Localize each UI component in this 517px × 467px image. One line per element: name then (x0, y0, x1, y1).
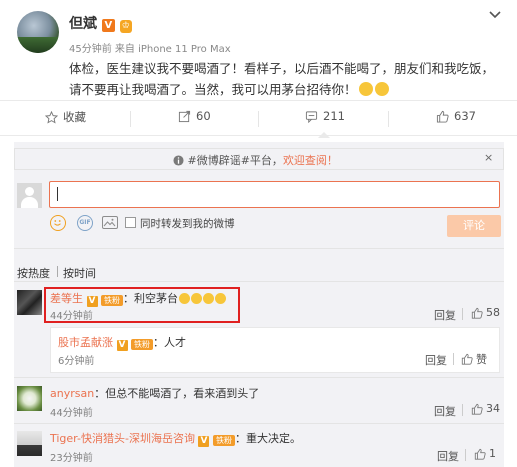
divider (14, 377, 504, 378)
reply-author-row: 股市孟献涨 V 铁粉 ：人才 (58, 334, 186, 351)
commenter-avatar[interactable] (17, 290, 42, 315)
commenter-avatar[interactable] (17, 386, 42, 411)
thumbs-up-icon (436, 110, 449, 123)
info-icon (173, 155, 184, 166)
post-body: 体检，医生建议我不要喝酒了！看样子，以后酒不能喝了，朋友们和我吃饭，请不要再让我… (69, 61, 495, 97)
divider (465, 449, 466, 461)
post-text: 体检，医生建议我不要喝酒了！看样子，以后酒不能喝了，朋友们和我吃饭，请不要再让我… (69, 58, 501, 100)
comment-author[interactable]: anyrsan (50, 387, 94, 400)
comment-text: ：重大决定。 (234, 432, 301, 445)
comment-like-button[interactable]: 1 (474, 447, 496, 460)
comment-input[interactable] (49, 181, 500, 208)
share-label: 同时转发到我的微博 (140, 218, 235, 230)
comment-like-count: 58 (486, 306, 500, 319)
verified-badge: V (116, 340, 128, 351)
thumbs-up-icon (471, 307, 483, 319)
reply-button[interactable]: 回复 (437, 448, 459, 464)
close-icon[interactable]: × (484, 151, 493, 164)
chevron-down-icon[interactable] (489, 11, 501, 19)
divider (14, 248, 504, 249)
notice-link[interactable]: 欢迎查阅！ (283, 154, 338, 167)
action-bar: 收藏 60 211 637 (0, 100, 517, 136)
comment-time: 23分钟前 (50, 453, 93, 464)
crown-icon: ♔ (119, 20, 132, 33)
comment-text: ：但总不能喝酒了，看来酒到头了 (94, 387, 260, 400)
divider (130, 111, 131, 127)
grin-emoji-icon (374, 82, 389, 96)
comment-time: 44分钟前 (50, 408, 93, 419)
repost-count: 60 (196, 109, 211, 123)
sort-by-hot[interactable]: 按热度 (17, 265, 50, 281)
comment-author[interactable]: Tiger-快消猎头-深圳海岳咨询 (50, 432, 195, 445)
highlight-box (44, 287, 240, 323)
submit-comment-button[interactable]: 评论 (447, 215, 501, 237)
comment-like-button[interactable]: 34 (471, 402, 500, 415)
reply-like-label: 赞 (476, 353, 487, 366)
thumbs-up-icon (461, 353, 473, 365)
reply-button[interactable]: 回复 (434, 307, 456, 323)
reply-time: 6分钟前 (58, 356, 95, 367)
notice-text: #微博辟谣#平台，欢迎查阅！ (173, 152, 338, 168)
favorite-button[interactable]: 收藏 (45, 109, 86, 125)
author-name-row[interactable]: 但斌 V ♔ (69, 13, 132, 33)
divider (388, 111, 389, 127)
gif-icon[interactable]: GIF (77, 215, 93, 231)
thumbs-up-icon (474, 448, 486, 460)
divider (57, 266, 58, 277)
star-icon (45, 110, 58, 124)
image-upload-icon[interactable] (102, 216, 118, 229)
fans-badge: 铁粉 (212, 435, 235, 446)
repost-icon (178, 110, 191, 122)
tongue-emoji-icon (358, 82, 373, 96)
like-count: 637 (454, 109, 476, 123)
reply-like-button[interactable]: 赞 (461, 351, 487, 367)
comment-count: 211 (323, 109, 345, 123)
comment-author-row: anyrsan：但总不能喝酒了，看来酒到头了 (50, 385, 259, 401)
like-button[interactable]: 637 (436, 109, 476, 123)
comment-icon (305, 110, 318, 123)
commenter-avatar[interactable] (17, 431, 42, 456)
current-user-avatar (17, 183, 42, 208)
repost-button[interactable]: 60 (178, 109, 211, 123)
reply-button[interactable]: 回复 (425, 352, 447, 368)
post-meta: 45分钟前 来自 iPhone 11 Pro Max (69, 44, 231, 55)
emoji-icon[interactable] (50, 215, 66, 231)
share-checkbox[interactable] (125, 217, 136, 228)
text-cursor (57, 187, 58, 201)
reply-text: ：人才 (153, 336, 186, 349)
notice-prefix: #微博辟谣#平台， (187, 154, 283, 167)
reply-button[interactable]: 回复 (434, 403, 456, 419)
author-avatar[interactable] (17, 11, 59, 53)
reply-author[interactable]: 股市孟献涨 (58, 336, 113, 349)
comment-like-button[interactable]: 58 (471, 306, 500, 319)
verified-badge: V (198, 436, 210, 447)
thumbs-up-icon (471, 403, 483, 415)
divider (462, 404, 463, 416)
divider (453, 353, 454, 365)
comment-tab-caret (318, 132, 330, 138)
divider (462, 308, 463, 320)
comment-like-count: 1 (489, 447, 496, 460)
comment-button[interactable]: 211 (305, 109, 345, 123)
author-name[interactable]: 但斌 (69, 16, 97, 32)
comment-like-count: 34 (486, 402, 500, 415)
comment-author-row: Tiger-快消猎头-深圳海岳咨询 V 铁粉 ：重大决定。 (50, 430, 301, 447)
divider (14, 423, 504, 424)
sort-by-time[interactable]: 按时间 (63, 265, 96, 281)
verified-badge: V (101, 19, 115, 32)
favorite-label: 收藏 (63, 110, 86, 124)
divider (14, 281, 504, 282)
fans-badge: 铁粉 (131, 339, 153, 350)
divider (258, 111, 259, 127)
